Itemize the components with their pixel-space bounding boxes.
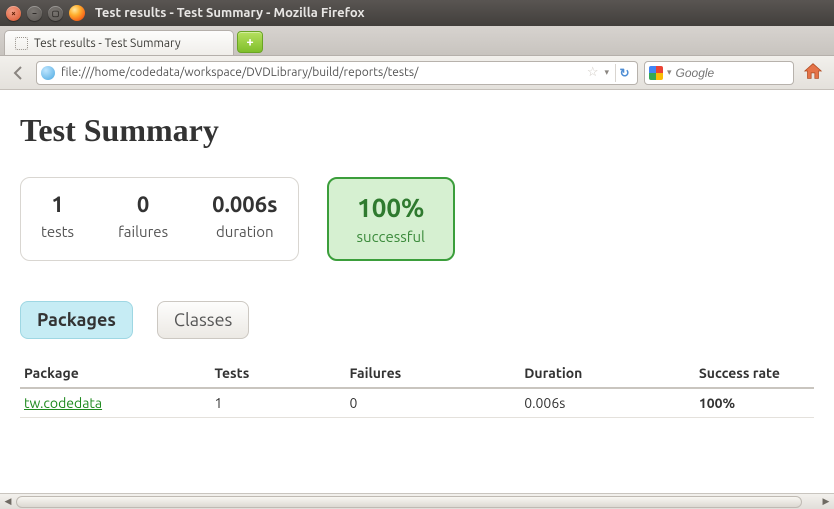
scroll-right-arrow-icon[interactable]: ▶ bbox=[818, 495, 834, 509]
col-duration: Duration bbox=[520, 359, 695, 388]
col-rate: Success rate bbox=[695, 359, 814, 388]
stat-failures: 0 failures bbox=[118, 192, 168, 246]
horizontal-scrollbar[interactable]: ◀ ▶ bbox=[0, 493, 834, 509]
window-titlebar: × – ▢ Test results - Test Summary - Mozi… bbox=[0, 0, 834, 26]
page-icon bbox=[15, 37, 28, 50]
stat-duration-label: duration bbox=[212, 223, 277, 240]
success-percent: 100% bbox=[357, 193, 425, 222]
success-box: 100% successful bbox=[327, 177, 455, 261]
col-failures: Failures bbox=[346, 359, 521, 388]
col-package: Package bbox=[20, 359, 211, 388]
stat-failures-label: failures bbox=[118, 223, 168, 240]
stat-tests-value: 1 bbox=[41, 192, 74, 217]
home-icon bbox=[802, 60, 824, 85]
packages-table: Package Tests Failures Duration Success … bbox=[20, 359, 814, 418]
window-title: Test results - Test Summary - Mozilla Fi… bbox=[95, 6, 365, 20]
table-row: tw.codedata 1 0 0.006s 100% bbox=[20, 388, 814, 418]
scroll-thumb[interactable] bbox=[16, 496, 802, 508]
cell-tests: 1 bbox=[211, 388, 346, 418]
package-link[interactable]: tw.codedata bbox=[24, 395, 102, 411]
success-label: successful bbox=[357, 228, 425, 245]
url-text: file:///home/codedata/workspace/DVDLibra… bbox=[61, 66, 581, 79]
browser-tabstrip: Test results - Test Summary + bbox=[0, 26, 834, 56]
bookmark-star-icon[interactable]: ☆ bbox=[587, 65, 599, 80]
search-engine-dropdown-icon[interactable]: ▾ bbox=[667, 67, 672, 78]
stat-failures-value: 0 bbox=[118, 192, 168, 217]
new-tab-button[interactable]: + bbox=[237, 31, 263, 53]
browser-tab-active[interactable]: Test results - Test Summary bbox=[4, 30, 234, 55]
search-bar[interactable]: ▾ bbox=[644, 61, 794, 85]
stat-duration: 0.006s duration bbox=[212, 192, 277, 246]
stat-tests-label: tests bbox=[41, 223, 74, 240]
tab-title: Test results - Test Summary bbox=[34, 37, 181, 50]
window-buttons: × – ▢ bbox=[6, 6, 63, 21]
scroll-left-arrow-icon[interactable]: ◀ bbox=[0, 495, 16, 509]
back-button[interactable] bbox=[8, 62, 30, 84]
summary-row: 1 tests 0 failures 0.006s duration 100% … bbox=[20, 177, 814, 261]
cell-failures: 0 bbox=[346, 388, 521, 418]
section-tabs: Packages Classes bbox=[20, 301, 249, 339]
browser-navbar: file:///home/codedata/workspace/DVDLibra… bbox=[0, 56, 834, 90]
col-tests: Tests bbox=[211, 359, 346, 388]
cell-rate: 100% bbox=[695, 388, 814, 418]
tab-classes[interactable]: Classes bbox=[157, 301, 249, 339]
tab-packages[interactable]: Packages bbox=[20, 301, 133, 339]
reload-button[interactable]: ↻ bbox=[615, 64, 633, 82]
google-icon bbox=[649, 66, 663, 80]
stats-box: 1 tests 0 failures 0.006s duration bbox=[20, 177, 299, 261]
window-maximize-button[interactable]: ▢ bbox=[48, 6, 63, 21]
scroll-track[interactable] bbox=[16, 496, 818, 508]
page-content-area: Test Summary 1 tests 0 failures 0.006s d… bbox=[0, 90, 834, 493]
firefox-icon bbox=[69, 5, 85, 21]
window-minimize-button[interactable]: – bbox=[27, 6, 42, 21]
cell-duration: 0.006s bbox=[520, 388, 695, 418]
url-dropdown-icon[interactable]: ▾ bbox=[604, 67, 609, 78]
home-button[interactable] bbox=[800, 60, 826, 86]
page-title: Test Summary bbox=[20, 112, 814, 149]
table-header-row: Package Tests Failures Duration Success … bbox=[20, 359, 814, 388]
stat-tests: 1 tests bbox=[41, 192, 74, 246]
url-bar[interactable]: file:///home/codedata/workspace/DVDLibra… bbox=[36, 61, 638, 85]
stat-duration-value: 0.006s bbox=[212, 192, 277, 217]
window-close-button[interactable]: × bbox=[6, 6, 21, 21]
globe-icon bbox=[41, 66, 55, 80]
